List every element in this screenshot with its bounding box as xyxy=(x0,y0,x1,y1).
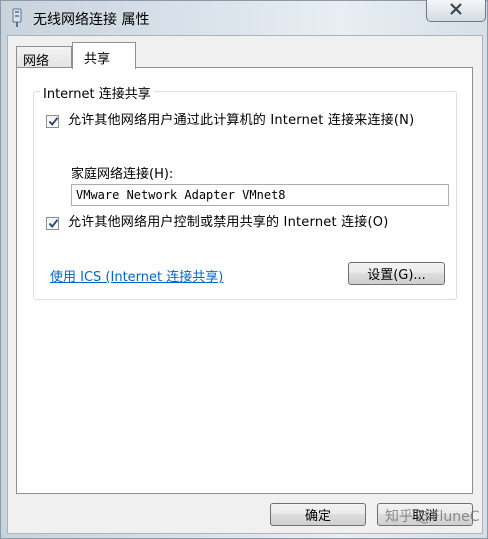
allow-connect-label: 允许其他网络用户通过此计算机的 Internet 连接来连接(N) xyxy=(68,113,415,128)
wireless-adapter-icon xyxy=(9,8,25,28)
title-bar[interactable]: 无线网络连接 属性 xyxy=(1,0,488,35)
dialog-client: 网络 共享 Internet 连接共享 允许其他网络用户通过此计算机的 Inte… xyxy=(7,35,483,534)
watermark: 知乎 @FluneC xyxy=(385,509,480,525)
close-button[interactable] xyxy=(426,0,486,22)
sharing-panel: Internet 连接共享 允许其他网络用户通过此计算机的 Internet 连… xyxy=(16,67,473,494)
ics-group-title: Internet 连接共享 xyxy=(40,83,154,102)
allow-control-checkbox[interactable] xyxy=(46,217,59,230)
tab-sharing[interactable]: 共享 xyxy=(72,42,136,69)
ics-help-link[interactable]: 使用 ICS (Internet 连接共享) xyxy=(50,266,223,285)
checkmark-icon xyxy=(48,117,59,126)
checkmark-icon xyxy=(48,219,59,228)
ok-button[interactable]: 确定 xyxy=(270,503,366,526)
allow-control-label: 允许其他网络用户控制或禁用共享的 Internet 连接(O) xyxy=(68,215,389,230)
tab-network[interactable]: 网络 xyxy=(16,46,72,69)
properties-dialog: 无线网络连接 属性 网络 共享 Internet 连接共享 允许其他网络用户通过… xyxy=(0,0,488,539)
settings-button[interactable]: 设置(G)... xyxy=(348,262,445,285)
home-network-field[interactable]: VMware Network Adapter VMnet8 xyxy=(71,184,449,206)
close-icon xyxy=(449,2,463,19)
window-title: 无线网络连接 属性 xyxy=(33,12,150,28)
ics-groupbox: Internet 连接共享 允许其他网络用户通过此计算机的 Internet 连… xyxy=(33,83,457,300)
allow-connect-checkbox[interactable] xyxy=(46,115,59,128)
home-network-label: 家庭网络连接(H): xyxy=(71,167,174,182)
